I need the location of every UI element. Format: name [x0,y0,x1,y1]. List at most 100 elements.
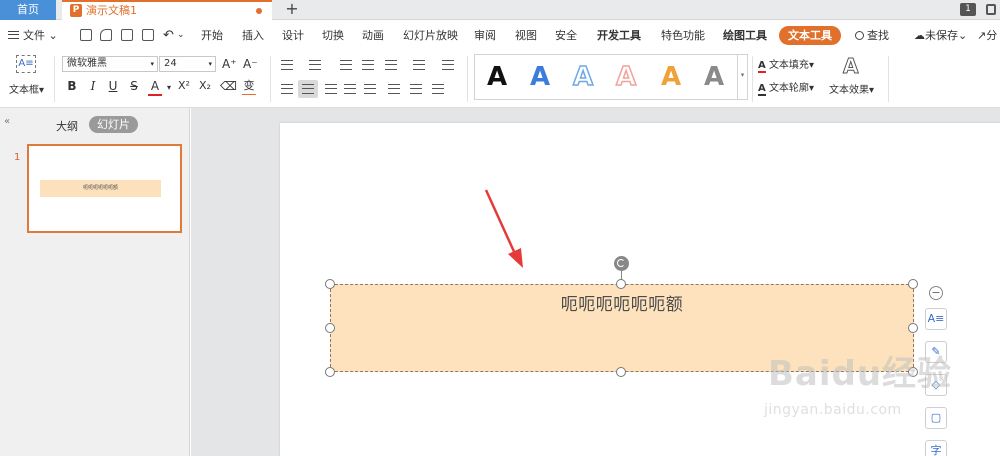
underline-button[interactable]: U [106,78,120,94]
slides-panel: « 大纲 幻灯片 1 呃呃呃呃呃呃额 [0,108,190,456]
save-icon[interactable] [80,29,92,41]
font-name-select[interactable]: 微软雅黑 ▾ [62,56,158,72]
resize-handle-left[interactable] [325,323,335,333]
undo-dropdown-icon[interactable]: ⌄ [177,21,185,50]
tab-home[interactable]: 首页 [0,0,56,20]
tab-start[interactable]: 开始 [201,21,223,50]
resize-handle-bottom-left[interactable] [325,367,335,377]
search-tab[interactable]: 查找 [855,21,889,50]
resize-handle-top[interactable] [616,279,626,289]
text-style-pink-outline[interactable]: A [615,61,637,93]
text-effect-button[interactable]: 文本效果▾ [829,81,874,96]
tab-outline[interactable]: 大纲 [56,118,78,134]
text-direction-icon[interactable] [413,60,425,70]
collapse-panel-icon[interactable]: « [4,116,10,127]
bullet-list-icon[interactable] [281,60,293,70]
tab-slides[interactable]: 幻灯片 [89,116,138,133]
paragraph-spacing-icon[interactable] [388,84,400,94]
resize-handle-top-left[interactable] [325,279,335,289]
vertical-align-icon[interactable] [410,84,422,94]
resize-handle-bottom[interactable] [616,367,626,377]
shrink-font-button[interactable]: A⁻ [243,56,258,72]
tab-animation[interactable]: 动画 [362,21,384,50]
window-icon[interactable] [986,4,996,15]
window-count-badge[interactable]: 1 [960,3,976,16]
text-outline-button[interactable]: A 文本轮廓▾ [758,79,814,96]
tab-slideshow[interactable]: 幻灯片放映 [403,21,458,50]
textbox-text[interactable]: 呃呃呃呃呃呃额 [331,290,913,315]
slide-thumbnail[interactable]: 呃呃呃呃呃呃额 [27,144,182,233]
tab-view[interactable]: 视图 [515,21,537,50]
chevron-down-icon: ▾ [208,60,212,68]
grow-font-button[interactable]: A⁺ [222,56,237,72]
text-style-black[interactable]: A [487,61,507,93]
align-right-icon[interactable] [325,84,337,94]
chevron-down-icon: ⌄ [45,29,58,42]
increase-indent-icon[interactable] [362,60,374,70]
paragraph-settings-icon[interactable] [432,84,444,94]
file-menu-label: 文件 [23,29,45,42]
text-style-gray[interactable]: A [704,61,724,93]
numbered-list-icon[interactable] [309,60,321,70]
gallery-scroll[interactable]: ▾ [737,55,747,99]
share-label: 分 [986,29,998,42]
tab-drawing-tools[interactable]: 绘图工具 [723,21,767,50]
collapse-tools-button[interactable]: − [929,286,943,300]
text-style-gallery[interactable]: A A A A A A ▾ [474,54,748,100]
print-preview-icon[interactable] [142,29,154,41]
share-icon: ↗ [977,29,987,42]
strikethrough-button[interactable]: S [127,78,141,94]
text-style-blue-outline[interactable]: A [572,61,594,93]
subscript-button[interactable]: X₂ [197,78,213,94]
tab-transition[interactable]: 切换 [322,21,344,50]
file-menu[interactable]: 文件 ⌄ [8,21,58,50]
align-center-icon[interactable] [302,84,314,94]
tab-insert[interactable]: 插入 [242,21,264,50]
eraser-icon[interactable]: ⌫ [220,78,237,94]
tab-features[interactable]: 特色功能 [661,21,705,50]
italic-button[interactable]: I [86,78,100,94]
phonetic-button[interactable]: 变 [242,78,256,95]
undo-icon[interactable]: ↶ [163,21,174,50]
align-left-icon[interactable] [281,84,293,94]
chevron-down-icon[interactable]: ▾ [162,80,176,96]
chevron-down-icon: ▾ [808,83,814,94]
format-painter-icon[interactable] [100,29,112,41]
chevron-down-icon: ▾ [39,85,45,96]
print-icon[interactable] [121,29,133,41]
rotate-handle-icon[interactable] [614,256,629,271]
text-fill-icon: A [758,60,766,73]
line-spacing-icon[interactable] [442,60,454,70]
textbox-button[interactable]: 文本框▾ [9,81,44,96]
text-style-blue[interactable]: A [530,61,550,93]
font-color-button[interactable]: A [148,78,162,96]
justify-icon[interactable] [344,84,356,94]
unsaved-status[interactable]: ☁未保存⌄ [914,21,967,50]
baidu-watermark: Baidu经验 jingyan.baidu.com [760,346,990,436]
text-effect-icon[interactable]: A [842,54,859,79]
resize-handle-right[interactable] [908,323,918,333]
tab-review[interactable]: 审阅 [474,21,496,50]
columns-icon[interactable] [385,60,397,70]
tab-design[interactable]: 设计 [282,21,304,50]
tab-document[interactable]: P 演示文稿1 [62,0,272,20]
resize-handle-top-right[interactable] [908,279,918,289]
superscript-button[interactable]: X² [176,78,192,94]
font-size-value: 24 [164,58,177,69]
add-tab-button[interactable]: + [282,0,302,20]
tab-security[interactable]: 安全 [555,21,577,50]
decrease-indent-icon[interactable] [340,60,352,70]
text-style-orange[interactable]: A [661,61,681,93]
share-button[interactable]: ↗分 [977,21,997,50]
font-size-select[interactable]: 24 ▾ [159,56,216,72]
char-icon[interactable]: 字 [925,440,947,456]
tab-text-tools[interactable]: 文本工具 [779,26,841,45]
tab-developer[interactable]: 开发工具 [597,21,641,50]
search-label: 查找 [867,29,889,42]
distribute-icon[interactable] [364,84,376,94]
chevron-down-icon: ▾ [808,60,814,71]
text-layout-icon[interactable]: A≡ [925,308,947,330]
text-fill-button[interactable]: A 文本填充▾ [758,56,814,73]
textbox-icon[interactable]: A≡ [16,55,36,73]
bold-button[interactable]: B [65,78,79,94]
